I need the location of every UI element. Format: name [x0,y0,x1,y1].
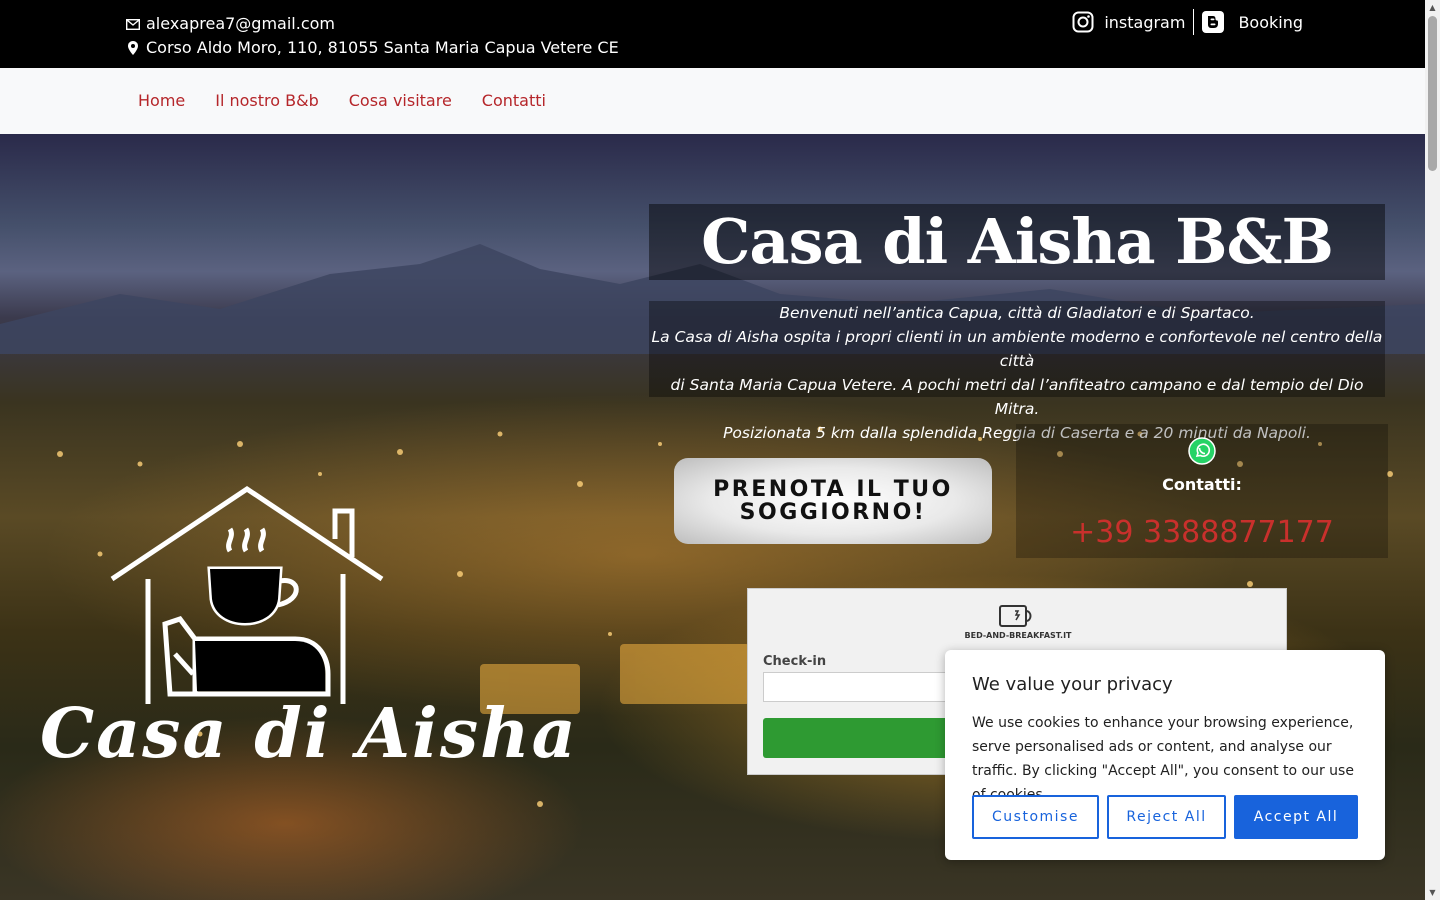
booking-label[interactable]: Booking [1238,13,1303,32]
instagram-link[interactable]: instagram [1072,11,1185,33]
widget-brand-text: BED-AND-BREAKFAST.IT [964,631,1072,640]
booking-link[interactable]: Booking [1202,11,1303,33]
book-btn-line1: PRENOTA IL TUO [713,477,953,502]
nav-item-cosa-visitare[interactable]: Cosa visitare [349,91,452,110]
checkin-label: Check-in [763,654,827,669]
envelope-icon [126,17,140,31]
map-pin-icon [126,41,140,55]
mug-bed-icon [999,605,1032,627]
contatti-label: Contatti: [1162,475,1242,494]
blogger-icon [1202,11,1225,33]
logo-text: Casa di Aisha [40,694,578,774]
widget-brand: BED-AND-BREAKFAST.IT [748,603,1288,640]
desc-line: di Santa Maria Capua Vetere. A pochi met… [670,376,1364,418]
scroll-down-arrow-icon[interactable]: ▼ [1425,885,1440,900]
nav-item-home[interactable]: Home [138,91,185,110]
instagram-label[interactable]: instagram [1104,13,1185,32]
social-links: instagram Booking [1072,9,1303,35]
nav-item-contatti[interactable]: Contatti [482,91,546,110]
cookie-title: We value your privacy [972,674,1173,695]
address-row: Corso Aldo Moro, 110, 81055 Santa Maria … [126,36,619,60]
hero-title-box: Casa di Aisha B&B [649,204,1385,280]
desc-line: Benvenuti nell’antica Capua, città di Gl… [779,304,1255,322]
cookie-consent-banner: We value your privacy We use cookies to … [945,650,1385,860]
phone-number[interactable]: +39 3388877177 [1016,515,1388,550]
main-navbar: Home Il nostro B&b Cosa visitare Contatt… [0,68,1425,134]
email-text[interactable]: alexaprea7@gmail.com [146,12,335,36]
divider [1193,9,1195,35]
accept-all-button[interactable]: Accept All [1234,795,1358,839]
book-stay-button[interactable]: PRENOTA IL TUO SOGGIORNO! [674,458,992,544]
hero-description: Benvenuti nell’antica Capua, città di Gl… [649,301,1385,442]
instagram-icon [1072,11,1094,33]
scroll-up-arrow-icon[interactable]: ▲ [1425,0,1440,15]
reject-all-button[interactable]: Reject All [1107,795,1226,839]
book-btn-line2: SOGGIORNO! [739,500,927,525]
whatsapp-icon[interactable] [1188,437,1216,465]
page-scrollbar[interactable]: ▲ ▼ [1425,0,1440,900]
nav-item-il-nostro-bb[interactable]: Il nostro B&b [215,91,319,110]
hero-title: Casa di Aisha B&B [701,205,1334,278]
email-row[interactable]: alexaprea7@gmail.com [126,12,619,36]
cookie-buttons: Customise Reject All Accept All [972,795,1358,839]
address-text: Corso Aldo Moro, 110, 81055 Santa Maria … [146,38,619,57]
desc-line: La Casa di Aisha ospita i propri clienti… [651,328,1383,370]
cookie-text: We use cookies to enhance your browsing … [972,715,1354,803]
top-bar: alexaprea7@gmail.com Corso Aldo Moro, 11… [0,0,1425,68]
scrollbar-thumb[interactable] [1428,16,1437,171]
contact-info: alexaprea7@gmail.com Corso Aldo Moro, 11… [126,12,619,60]
customise-button[interactable]: Customise [972,795,1099,839]
